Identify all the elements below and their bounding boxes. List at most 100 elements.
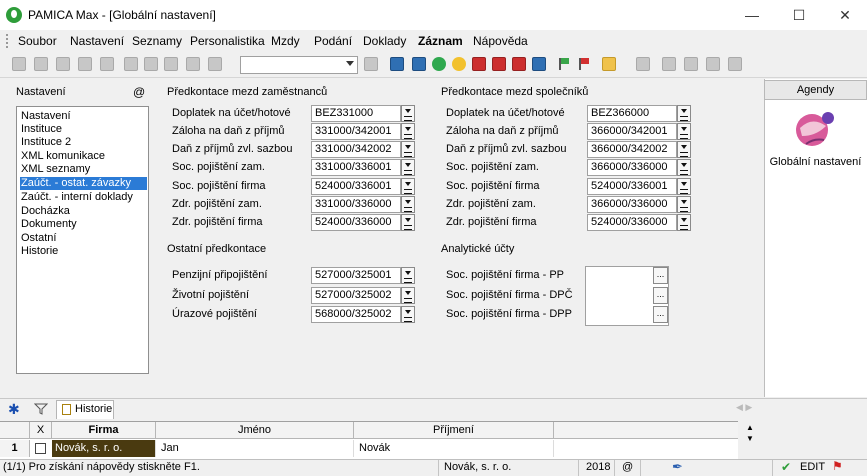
cell-firma[interactable]: Novák, s. r. o. bbox=[52, 440, 156, 457]
browse-button-pp[interactable]: ... bbox=[653, 267, 668, 284]
m-blue-icon[interactable] bbox=[390, 57, 404, 71]
nav-item-ostatni[interactable]: Ostatní bbox=[20, 232, 57, 245]
window-2-icon[interactable] bbox=[684, 57, 698, 71]
lookup-button[interactable] bbox=[677, 159, 691, 176]
people-list-icon[interactable] bbox=[78, 57, 92, 71]
nav-item-xml-seznamy[interactable]: XML seznamy bbox=[20, 163, 91, 176]
emp-field-soc-zam[interactable]: 331000/336001 bbox=[311, 159, 401, 176]
grid-scrollbar[interactable]: ▲ ▼ bbox=[738, 421, 762, 459]
other-field-penzijni[interactable]: 527000/325001 bbox=[311, 267, 401, 284]
lookup-button[interactable] bbox=[401, 196, 415, 213]
lookup-button[interactable] bbox=[401, 287, 415, 304]
m-red-2-icon[interactable] bbox=[492, 57, 506, 71]
nav-item-dochazka[interactable]: Docházka bbox=[20, 205, 71, 218]
new-record-icon[interactable] bbox=[12, 57, 26, 71]
menu-nastaveni[interactable]: Nastavení bbox=[70, 34, 124, 48]
nav-item-historie[interactable]: Historie bbox=[20, 245, 59, 258]
save-as-icon[interactable] bbox=[164, 57, 178, 71]
lookup-button[interactable] bbox=[401, 178, 415, 195]
tab-scroll-arrows[interactable]: ◀ ▶ bbox=[736, 402, 752, 413]
minimize-button[interactable]: — bbox=[729, 0, 775, 30]
agenda-item-label[interactable]: Globální nastavení bbox=[764, 156, 867, 168]
menu-podani[interactable]: Podání bbox=[314, 34, 352, 48]
menu-personalistika[interactable]: Personalistika bbox=[190, 34, 265, 48]
lookup-button[interactable] bbox=[401, 159, 415, 176]
agenda-combo[interactable] bbox=[240, 56, 358, 74]
lookup-button[interactable] bbox=[677, 214, 691, 231]
green-flag-icon[interactable] bbox=[556, 57, 570, 71]
partner-field-soc-zam[interactable]: 366000/336000 bbox=[587, 159, 677, 176]
grid-header-prijmeni[interactable]: Příjmení bbox=[354, 422, 554, 439]
lookup-button[interactable] bbox=[677, 105, 691, 122]
menu-mzdy[interactable]: Mzdy bbox=[271, 34, 300, 48]
copy-record-icon[interactable] bbox=[34, 57, 48, 71]
save-icon[interactable] bbox=[144, 57, 158, 71]
nav-item-instituce[interactable]: Instituce bbox=[20, 123, 63, 136]
lookup-button[interactable] bbox=[401, 123, 415, 140]
close-button[interactable]: ✕ bbox=[822, 0, 867, 30]
cell-jmeno[interactable]: Jan bbox=[158, 440, 354, 457]
copy-icon[interactable] bbox=[208, 57, 222, 71]
folder-icon[interactable] bbox=[602, 57, 616, 71]
lookup-button[interactable] bbox=[401, 306, 415, 323]
menu-seznamy[interactable]: Seznamy bbox=[132, 34, 182, 48]
menu-soubor[interactable]: Soubor bbox=[18, 34, 57, 48]
star-tab-icon[interactable]: ✱ bbox=[8, 402, 22, 416]
nav-listbox[interactable]: Nastavení Instituce Instituce 2 XML komu… bbox=[16, 106, 149, 374]
partner-field-doplatek[interactable]: BEZ366000 bbox=[587, 105, 677, 122]
partner-field-dan[interactable]: 366000/342002 bbox=[587, 141, 677, 158]
filter-tab-icon[interactable] bbox=[34, 402, 48, 416]
calendar-icon[interactable] bbox=[636, 57, 650, 71]
emp-field-dan[interactable]: 331000/342002 bbox=[311, 141, 401, 158]
emp-field-zdr-firma[interactable]: 524000/336000 bbox=[311, 214, 401, 231]
nav-item-instituce-2[interactable]: Instituce 2 bbox=[20, 136, 72, 149]
row-checkbox[interactable] bbox=[35, 443, 46, 454]
red-flag-icon[interactable] bbox=[576, 57, 590, 71]
page-icon[interactable] bbox=[100, 57, 114, 71]
nav-item-nastaveni[interactable]: Nastavení bbox=[20, 110, 72, 123]
partner-field-zdr-zam[interactable]: 366000/336000 bbox=[587, 196, 677, 213]
menu-doklady[interactable]: Doklady bbox=[363, 34, 406, 48]
print-icon[interactable] bbox=[186, 57, 200, 71]
emp-field-doplatek[interactable]: BEZ331000 bbox=[311, 105, 401, 122]
nav-item-zauct-interni-doklady[interactable]: Zaúčt. - interní doklady bbox=[20, 191, 134, 204]
partner-field-zaloha[interactable]: 366000/342001 bbox=[587, 123, 677, 140]
document-icon[interactable] bbox=[124, 57, 138, 71]
chevron-down-icon[interactable] bbox=[346, 61, 354, 66]
nav-item-zauct-ostat-zavazky[interactable]: Zaúčt. - ostat. závazky bbox=[20, 177, 147, 190]
emp-field-zaloha[interactable]: 331000/342001 bbox=[311, 123, 401, 140]
person-green-icon[interactable] bbox=[432, 57, 446, 71]
person-yellow-icon[interactable] bbox=[452, 57, 466, 71]
other-field-zivotni[interactable]: 527000/325002 bbox=[311, 287, 401, 304]
partner-field-zdr-firma[interactable]: 524000/336000 bbox=[587, 214, 677, 231]
browse-button-dpc[interactable]: ... bbox=[653, 287, 668, 304]
filter-icon[interactable] bbox=[364, 57, 378, 71]
m-blue-2-icon[interactable] bbox=[532, 57, 546, 71]
lookup-button[interactable] bbox=[677, 141, 691, 158]
window-3-icon[interactable] bbox=[706, 57, 720, 71]
globe-settings-icon[interactable] bbox=[792, 106, 840, 150]
menu-napoveda[interactable]: Nápověda bbox=[473, 34, 528, 48]
nav-item-dokumenty[interactable]: Dokumenty bbox=[20, 218, 78, 231]
lookup-button[interactable] bbox=[401, 267, 415, 284]
tools-icon[interactable] bbox=[728, 57, 742, 71]
m-red-icon[interactable] bbox=[472, 57, 486, 71]
window-icon[interactable] bbox=[662, 57, 676, 71]
menu-zaznam[interactable]: Záznam bbox=[418, 34, 463, 48]
emp-field-zdr-zam[interactable]: 331000/336000 bbox=[311, 196, 401, 213]
chevron-up-icon[interactable]: ▲ bbox=[746, 423, 754, 432]
chevron-down-icon[interactable]: ▼ bbox=[746, 434, 754, 443]
grid-header-firma[interactable]: Firma bbox=[52, 422, 156, 439]
lookup-button[interactable] bbox=[677, 178, 691, 195]
maximize-button[interactable]: ☐ bbox=[776, 0, 822, 30]
lookup-button[interactable] bbox=[401, 214, 415, 231]
lookup-button[interactable] bbox=[401, 105, 415, 122]
cell-prijmeni[interactable]: Novák bbox=[356, 440, 554, 457]
lookup-button[interactable] bbox=[677, 123, 691, 140]
lookup-button[interactable] bbox=[677, 196, 691, 213]
grid-header-jmeno[interactable]: Jméno bbox=[156, 422, 354, 439]
emp-field-soc-firma[interactable]: 524000/336001 bbox=[311, 178, 401, 195]
nav-item-xml-komunikace[interactable]: XML komunikace bbox=[20, 150, 106, 163]
other-field-urazove[interactable]: 568000/325002 bbox=[311, 306, 401, 323]
person-blue-icon[interactable] bbox=[412, 57, 426, 71]
